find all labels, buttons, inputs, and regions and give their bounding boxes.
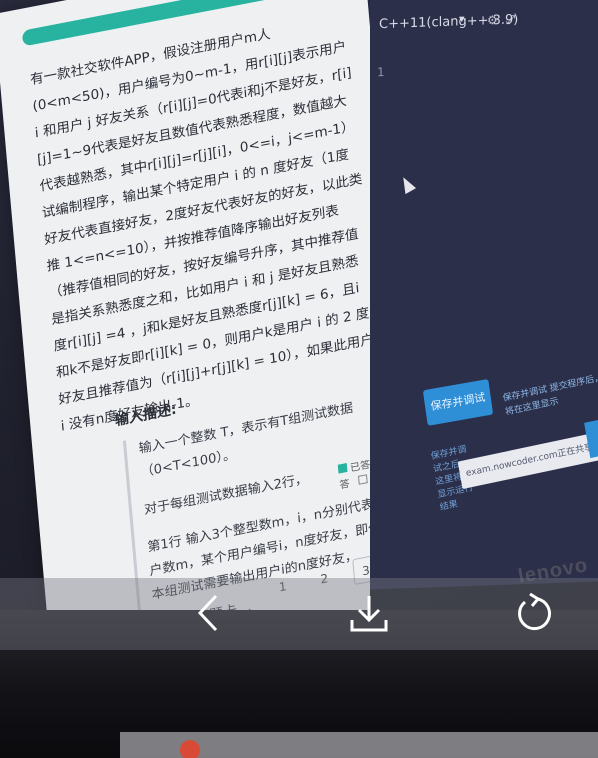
save-debug-button[interactable]: 保存并调试 bbox=[422, 378, 494, 426]
chevron-left-icon[interactable] bbox=[186, 588, 236, 638]
screen-share-banner: exam.nowcoder.com正在共享你的屏幕。 bbox=[457, 430, 598, 490]
problem-description: 有一款社交软件APP，假设注册用户m人(0<m<50)，用户编号为0~m-1，用… bbox=[29, 26, 370, 435]
chrome-icon[interactable] bbox=[180, 740, 200, 758]
chevron-down-icon[interactable]: ▾ bbox=[459, 12, 465, 25]
download-icon[interactable] bbox=[344, 588, 394, 638]
editor-toolbar-icons[interactable]: ⚙⤢ bbox=[487, 12, 523, 28]
current-swatch bbox=[358, 474, 368, 485]
rotate-icon[interactable] bbox=[508, 588, 558, 638]
code-editor-panel: C++11(clang++ 3.9) ▾ ⚙⤢ 1 保存并调试 保存并调试 提交… bbox=[355, 0, 598, 591]
answered-swatch bbox=[337, 463, 348, 474]
line-number: 1 bbox=[377, 64, 385, 80]
photo-stage: C++11(clang++ 3.9) ▾ ⚙⤢ 1 保存并调试 保存并调试 提交… bbox=[0, 0, 598, 758]
save-hint: 保存并调试 提交程序后，调试结果将在这里显示 bbox=[501, 365, 598, 418]
mouse-cursor-icon bbox=[397, 174, 417, 195]
answered-label: 已答 bbox=[349, 459, 370, 475]
image-viewer-toolbar bbox=[0, 578, 598, 650]
